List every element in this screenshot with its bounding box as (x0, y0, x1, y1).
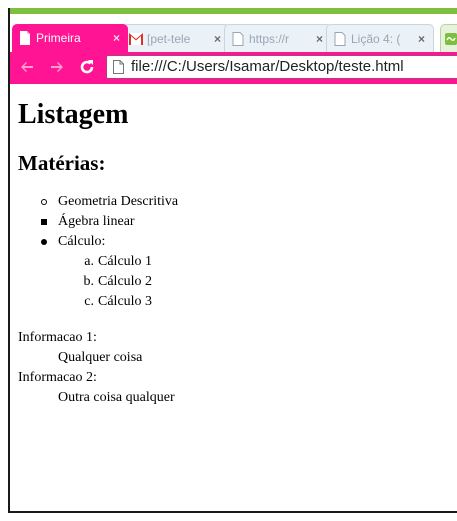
list-item-label: Cálculo: (58, 234, 106, 249)
list-item: c. Cálculo 3 (84, 292, 457, 312)
page-icon (113, 60, 124, 74)
definition-term: Informacao 2: (18, 370, 97, 385)
tab-licao[interactable]: Lição 4: ( × (326, 24, 434, 52)
definition-term: Informacao 1: (18, 330, 97, 345)
page-icon (20, 31, 30, 45)
screenshot-frame: Primeira × [pet-tele × https://r × Lição… (0, 0, 457, 521)
list-marker: b. (83, 274, 95, 289)
tab-label: https://r (249, 32, 290, 46)
close-icon[interactable]: × (418, 25, 425, 52)
page-icon (334, 32, 346, 46)
tab-https[interactable]: https://r × (224, 24, 332, 52)
definition-description: Outra coisa qualquer (58, 390, 175, 405)
list-item-label: Geometria Descritiva (58, 194, 179, 209)
list-item-label: Ágebra linear (58, 214, 135, 229)
disc-bullet-icon (41, 239, 47, 245)
close-icon[interactable]: × (113, 24, 120, 52)
browser-toolbar: file:///C:/Users/Isamar/Desktop/teste.ht… (10, 52, 457, 84)
materias-list: Geometria Descritiva Ágebra linear Cálcu… (18, 192, 457, 312)
page-title: Listagem (18, 99, 129, 130)
list-item: Ágebra linear (41, 212, 457, 232)
close-icon[interactable]: × (316, 25, 323, 52)
definition-description: Qualquer coisa (58, 350, 143, 365)
tab-favicon-icon (445, 33, 457, 45)
forward-button[interactable] (46, 56, 68, 78)
list-marker: a. (84, 254, 94, 269)
list-marker: c. (84, 294, 94, 309)
reload-icon (80, 60, 94, 74)
page-content: Listagem Matérias: Geometria Descritiva … (10, 84, 457, 511)
tab-label: Lição 4: ( (351, 32, 401, 46)
forward-arrow-icon (51, 62, 63, 72)
list-item-label: Cálculo 2 (98, 274, 153, 289)
tab-partial[interactable] (440, 24, 457, 52)
back-button[interactable] (16, 56, 38, 78)
close-icon[interactable]: × (214, 25, 221, 52)
list-item-label: Cálculo 3 (98, 294, 153, 309)
tab-strip: Primeira × [pet-tele × https://r × Lição… (10, 14, 457, 52)
gmail-icon (129, 33, 143, 45)
page-icon (232, 32, 244, 46)
tab-label: [pet-tele (147, 32, 191, 46)
browser-window: Primeira × [pet-tele × https://r × Lição… (8, 8, 457, 513)
calculos-list: a. Cálculo 1 b. Cálculo 2 c. Cálculo 3 (58, 252, 457, 312)
tab-gmail[interactable]: [pet-tele × (122, 24, 230, 52)
list-item: Geometria Descritiva (41, 192, 457, 212)
address-bar[interactable]: file:///C:/Users/Isamar/Desktop/teste.ht… (106, 55, 457, 79)
url-text: file:///C:/Users/Isamar/Desktop/teste.ht… (131, 58, 404, 75)
reload-button[interactable] (76, 56, 98, 78)
tab-label: Primeira (36, 31, 81, 45)
list-item-label: Cálculo 1 (98, 254, 153, 269)
informacoes-list: Informacao 1: Qualquer coisa Informacao … (18, 328, 457, 408)
section-heading: Matérias: (18, 151, 106, 175)
list-item: b. Cálculo 2 (84, 272, 457, 292)
list-item: Cálculo: a. Cálculo 1 b. Cálculo 2 c. Cá (41, 232, 457, 312)
back-arrow-icon (21, 62, 33, 72)
square-bullet-icon (41, 219, 47, 225)
circle-bullet-icon (41, 199, 47, 205)
tab-primeira[interactable]: Primeira × (12, 24, 128, 52)
list-item: a. Cálculo 1 (84, 252, 457, 272)
